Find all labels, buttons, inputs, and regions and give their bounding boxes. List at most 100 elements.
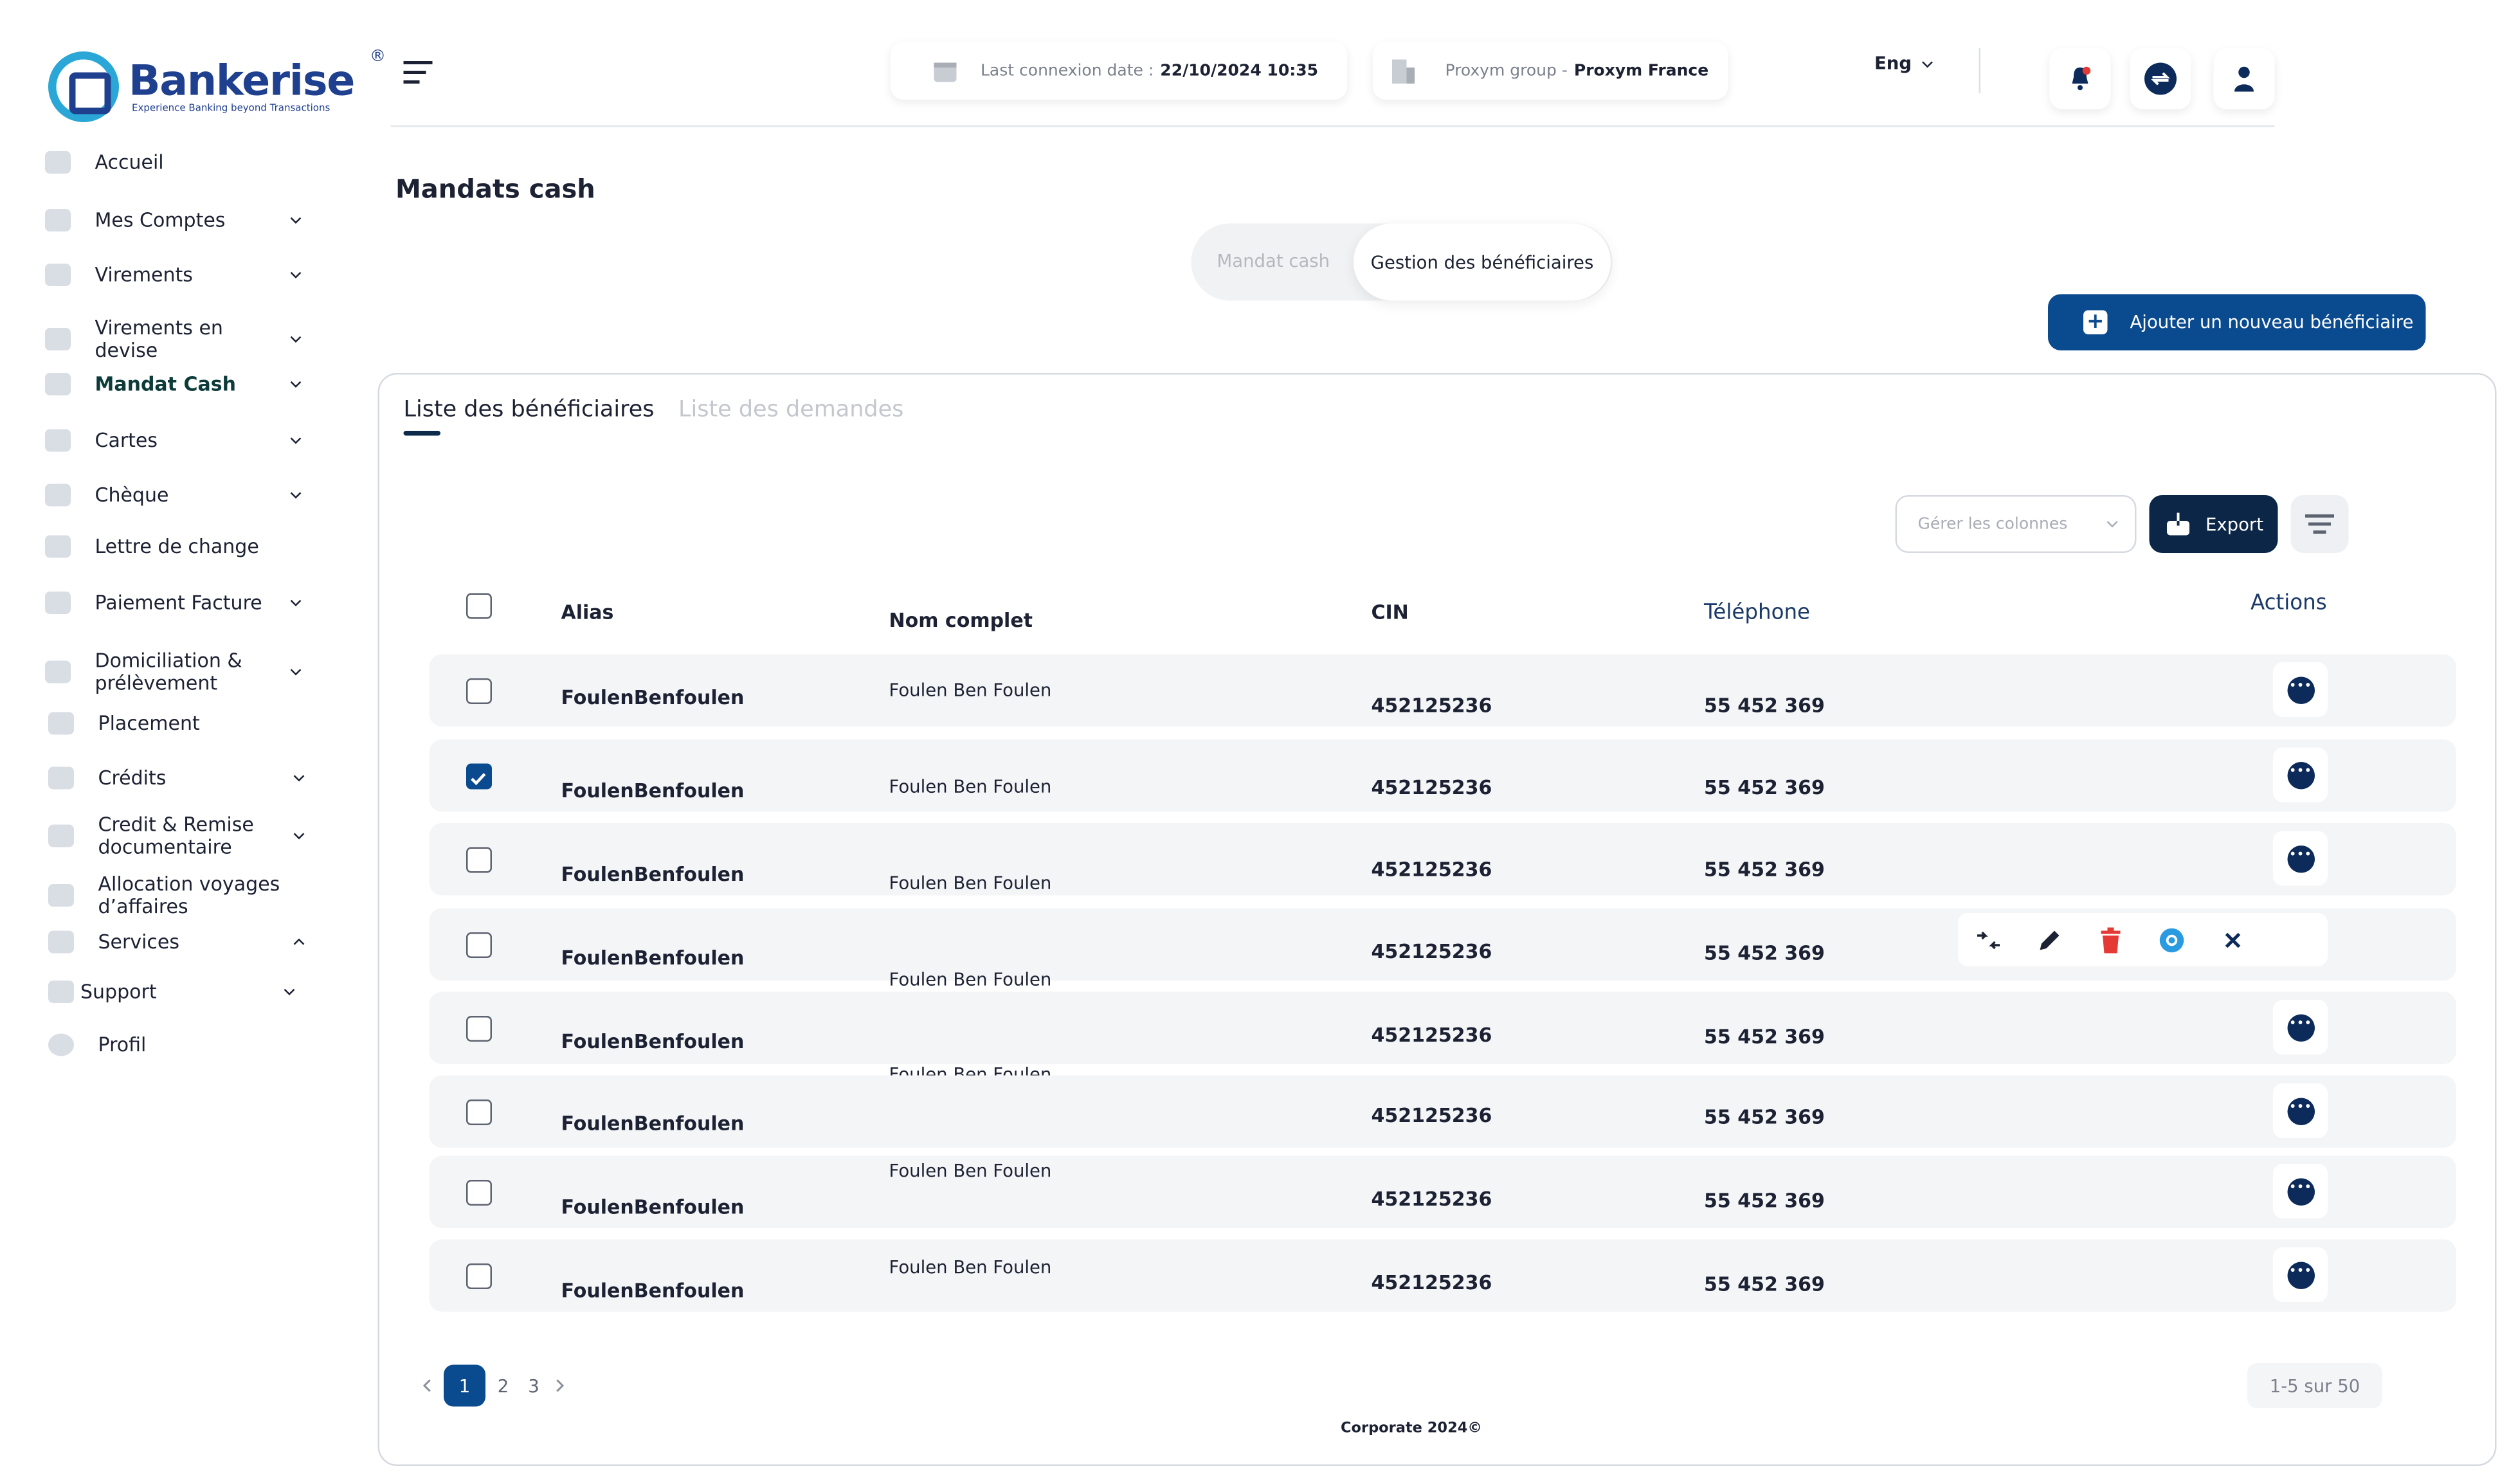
sidebar-item-lettre-change[interactable]: Lettre de change xyxy=(45,535,302,558)
brand-name: Bankerise xyxy=(129,57,355,105)
page-1[interactable]: 1 xyxy=(444,1364,485,1407)
cell-alias: FoulenBenfoulen xyxy=(561,779,745,802)
cell-cin: 452125236 xyxy=(1371,940,1492,963)
letter-icon xyxy=(45,535,71,558)
cell-telephone: 55 452 369 xyxy=(1704,776,1825,799)
sidebar-item-accueil[interactable]: Accueil xyxy=(45,151,302,174)
brand-logo[interactable]: Bankerise Experience Banking beyond Tran… xyxy=(48,48,386,122)
chevron-right-icon[interactable] xyxy=(553,1378,566,1394)
row-actions-button[interactable]: ••• xyxy=(2273,662,2328,717)
row-checkbox[interactable] xyxy=(466,932,492,958)
sidebar-item-label: Mandat Cash xyxy=(95,373,236,395)
collapse-action-button[interactable] xyxy=(1958,928,2019,951)
cell-telephone: 55 452 369 xyxy=(1704,942,1825,964)
export-button[interactable]: Export xyxy=(2149,495,2278,553)
row-checkbox[interactable] xyxy=(466,678,492,704)
row-actions-button[interactable]: ••• xyxy=(2273,1083,2328,1138)
tab-liste-beneficiaires[interactable]: Liste des bénéficiaires xyxy=(404,397,655,423)
menu-toggle-icon[interactable] xyxy=(403,61,433,84)
notifications-button[interactable] xyxy=(2049,48,2111,109)
segment-mandat-cash[interactable]: Mandat cash xyxy=(1217,251,1330,272)
switch-account-button[interactable] xyxy=(2130,48,2191,109)
group-label: Proxym group - xyxy=(1445,62,1568,80)
cell-cin: 452125236 xyxy=(1371,1024,1492,1047)
sidebar-item-virements-devise[interactable]: Virements en devise xyxy=(45,317,302,362)
chevron-down-icon xyxy=(293,833,305,840)
sidebar-item-support[interactable]: Support xyxy=(48,981,296,1003)
header-divider-line xyxy=(390,125,2275,127)
row-checkbox[interactable] xyxy=(466,763,492,790)
credit-icon xyxy=(48,766,74,790)
sidebar-item-services[interactable]: Services xyxy=(48,930,305,954)
edit-action-button[interactable] xyxy=(2019,927,2080,952)
page-2[interactable]: 2 xyxy=(485,1365,521,1407)
row-actions-button[interactable]: ••• xyxy=(2273,747,2328,802)
select-all-checkbox[interactable] xyxy=(466,593,492,619)
filter-button[interactable] xyxy=(2290,495,2349,553)
profile-button[interactable] xyxy=(2213,48,2275,109)
row-checkbox[interactable] xyxy=(466,1016,492,1042)
sidebar-item-domiciliation[interactable]: Domiciliation & prélèvement xyxy=(45,649,302,694)
row-checkbox[interactable] xyxy=(466,1099,492,1125)
column-header-alias[interactable]: Alias xyxy=(561,601,614,624)
column-header-nom[interactable]: Nom complet xyxy=(889,610,1033,632)
tab-liste-demandes[interactable]: Liste des demandes xyxy=(678,397,903,423)
sidebar-item-label: Accueil xyxy=(95,151,164,174)
row-checkbox[interactable] xyxy=(466,847,492,873)
column-header-cin[interactable]: CIN xyxy=(1372,601,1409,624)
column-header-actions: Actions xyxy=(2251,592,2327,616)
sidebar-item-allocation[interactable]: Allocation voyages d’affaires xyxy=(48,873,305,918)
sidebar-item-label: Allocation voyages d’affaires xyxy=(98,873,280,918)
sidebar-item-credits[interactable]: Crédits xyxy=(48,766,305,790)
invoice-icon xyxy=(45,592,71,614)
sidebar-item-paiement-facture[interactable]: Paiement Facture xyxy=(45,592,302,614)
sidebar-item-label: Domiciliation & prélèvement xyxy=(95,649,242,694)
active-tab-indicator xyxy=(403,431,440,436)
chevron-down-icon xyxy=(290,669,302,676)
sync-icon xyxy=(2144,62,2177,95)
sidebar-item-label: Virements en devise xyxy=(95,316,223,362)
add-beneficiary-button[interactable]: + Ajouter un nouveau bénéficiaire xyxy=(2048,294,2426,350)
bankerise-logo-icon xyxy=(48,51,119,122)
row-actions-button[interactable]: ••• xyxy=(2273,1000,2328,1054)
sidebar-item-label: Crédits xyxy=(98,766,167,790)
row-actions-button[interactable]: ••• xyxy=(2273,831,2328,886)
view-action-button[interactable] xyxy=(2141,927,2202,952)
chevron-down-icon xyxy=(290,599,302,607)
sidebar-item-profil[interactable]: Profil xyxy=(48,1033,305,1056)
column-header-telephone[interactable]: Téléphone xyxy=(1704,601,1810,626)
row-actions-button[interactable]: ••• xyxy=(2273,1164,2328,1218)
cell-alias: FoulenBenfoulen xyxy=(561,946,745,970)
manage-columns-select[interactable]: Gérer les colonnes xyxy=(1895,495,2137,553)
delete-action-button[interactable] xyxy=(2080,927,2141,953)
chevron-left-icon[interactable] xyxy=(421,1378,434,1394)
language-select[interactable]: Eng xyxy=(1874,53,1934,75)
row-checkbox[interactable] xyxy=(466,1263,492,1289)
last-connexion-value: 22/10/2024 10:35 xyxy=(1160,62,1318,80)
row-actions-button[interactable]: ••• xyxy=(2273,1247,2328,1302)
chevron-up-icon xyxy=(293,938,305,945)
group-box[interactable]: Proxym group - Proxym France xyxy=(1373,42,1728,100)
row-checkbox[interactable] xyxy=(466,1180,492,1206)
sidebar-item-label: Profil xyxy=(98,1033,147,1056)
sidebar-item-cartes[interactable]: Cartes xyxy=(45,429,302,452)
segment-gestion-beneficiaires[interactable]: Gestion des bénéficiaires xyxy=(1354,223,1611,301)
sidebar-item-credit-remise[interactable]: Credit & Remise documentaire xyxy=(48,813,305,858)
close-action-button[interactable] xyxy=(2202,930,2263,949)
folder-icon xyxy=(45,209,71,231)
sidebar-item-virements[interactable]: Virements xyxy=(45,264,302,286)
sidebar-item-mandat-cash[interactable]: Mandat Cash xyxy=(45,373,302,395)
user-icon xyxy=(48,1033,74,1056)
sidebar-item-mes-comptes[interactable]: Mes Comptes xyxy=(45,209,302,231)
page-title: Mandats cash xyxy=(395,174,595,204)
cell-alias: FoulenBenfoulen xyxy=(561,1030,745,1053)
eye-icon xyxy=(2159,927,2184,952)
chevron-down-icon xyxy=(290,217,302,224)
page-3[interactable]: 3 xyxy=(521,1365,547,1407)
services-icon xyxy=(48,930,74,954)
group-value: Proxym France xyxy=(1573,62,1709,80)
sidebar-item-cheque[interactable]: Chèque xyxy=(45,484,302,507)
sidebar-item-placement[interactable]: Placement xyxy=(48,712,305,735)
cell-cin: 452125236 xyxy=(1371,1104,1492,1127)
language-value: Eng xyxy=(1874,53,1912,75)
